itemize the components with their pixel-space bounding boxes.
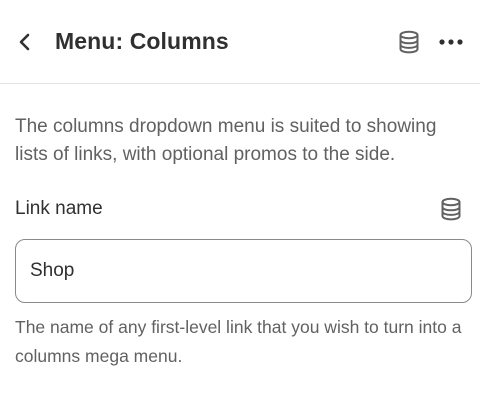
database-icon — [441, 197, 461, 221]
section-description: The columns dropdown menu is suited to s… — [15, 116, 437, 165]
database-icon — [399, 30, 419, 53]
field-label-row: Link name — [15, 194, 464, 224]
field-dynamic-source-button[interactable] — [438, 196, 464, 222]
header-actions — [396, 29, 464, 55]
field-label: Link name — [15, 198, 103, 219]
settings-panel: Menu: Columns The columns dropdown menu … — [0, 0, 480, 412]
link-name-input[interactable] — [15, 239, 472, 303]
more-horizontal-icon — [439, 38, 463, 45]
field-help-text: The name of any first-level link that yo… — [15, 317, 462, 366]
dynamic-source-button[interactable] — [396, 29, 422, 55]
panel-body: The columns dropdown menu is suited to s… — [0, 84, 480, 371]
link-name-field: Link name The name of any first-level li… — [15, 194, 472, 371]
panel-header: Menu: Columns — [0, 0, 480, 84]
page-title: Menu: Columns — [55, 28, 229, 54]
chevron-left-icon — [19, 33, 30, 50]
back-button[interactable] — [14, 31, 36, 53]
more-actions-button[interactable] — [438, 29, 464, 55]
